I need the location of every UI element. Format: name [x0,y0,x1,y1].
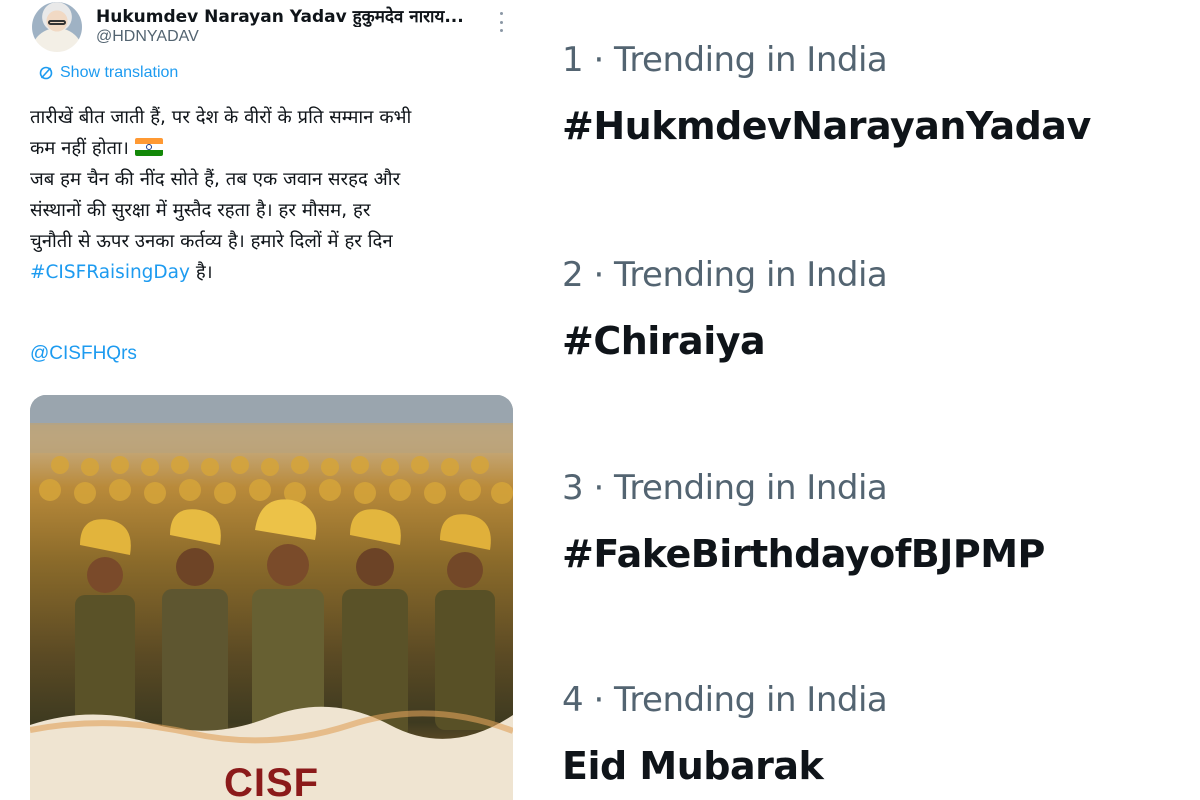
parade-illustration [30,395,513,800]
trends-panel: 1 · Trending in India #HukmdevNarayanYad… [540,0,1200,800]
tweet-line-4: संस्थानों की सुरक्षा में मुस्तैद रहता है… [30,200,371,221]
media-caption: CISF [223,761,320,800]
trend-item-3[interactable]: 3 · Trending in India #FakeBirthdayofBJP… [562,468,1045,576]
trend-item-1[interactable]: 1 · Trending in India #HukmdevNarayanYad… [562,40,1091,148]
trend-item-4[interactable]: 4 · Trending in India Eid Mubarak [562,680,888,788]
trend-name: #Chiraiya [562,319,766,363]
tweet-card: Hukumdev Narayan Yadav हुकुमदेव नाराय...… [0,0,530,800]
hashtag-link[interactable]: #CISFRaisingDay [30,262,190,283]
avatar-glasses [48,20,66,25]
tweet-line-6-wrap: #CISFRaisingDay है। [30,257,510,288]
author-name[interactable]: Hukumdev Narayan Yadav हुकुमदेव नाराय... [96,4,464,27]
trend-name: #FakeBirthdayofBJPMP [562,532,1045,576]
tweet-media-image[interactable]: CISF [30,395,513,800]
tweet-line-3: जब हम चैन की नींद सोते हैं, तब एक जवान स… [30,169,401,190]
trend-name: #HukmdevNarayanYadav [562,104,1091,148]
hashtag-suffix: है। [189,262,213,283]
trend-name: Eid Mubarak [562,744,824,788]
trend-meta: 3 · Trending in India [562,468,888,508]
tweet-body: तारीखें बीत जाती हैं, पर देश के वीरों के… [30,102,510,288]
show-translation-button[interactable]: Show translation [38,64,178,82]
translate-icon [39,66,53,80]
trend-meta: 2 · Trending in India [562,255,888,295]
trend-meta: 4 · Trending in India [562,680,888,720]
more-options-icon[interactable] [494,12,508,32]
trend-item-2[interactable]: 2 · Trending in India #Chiraiya [562,255,888,363]
tweet-line-5: चुनौती से ऊपर उनका कर्तव्य है। हमारे दिल… [30,231,393,252]
trend-meta: 1 · Trending in India [562,40,888,80]
author-handle[interactable]: @HDNYADAV [96,28,199,46]
tweet-line-2-wrap: कम नहीं होता। [30,133,510,164]
tweet-line-2: कम नहीं होता। [30,138,129,159]
tweet-line-1: तारीखें बीत जाती हैं, पर देश के वीरों के… [30,107,412,128]
mention-link[interactable]: @CISFHQrs [30,343,137,365]
show-translation-label: Show translation [60,64,179,81]
india-flag-icon [134,138,163,156]
author-avatar[interactable] [32,2,82,52]
